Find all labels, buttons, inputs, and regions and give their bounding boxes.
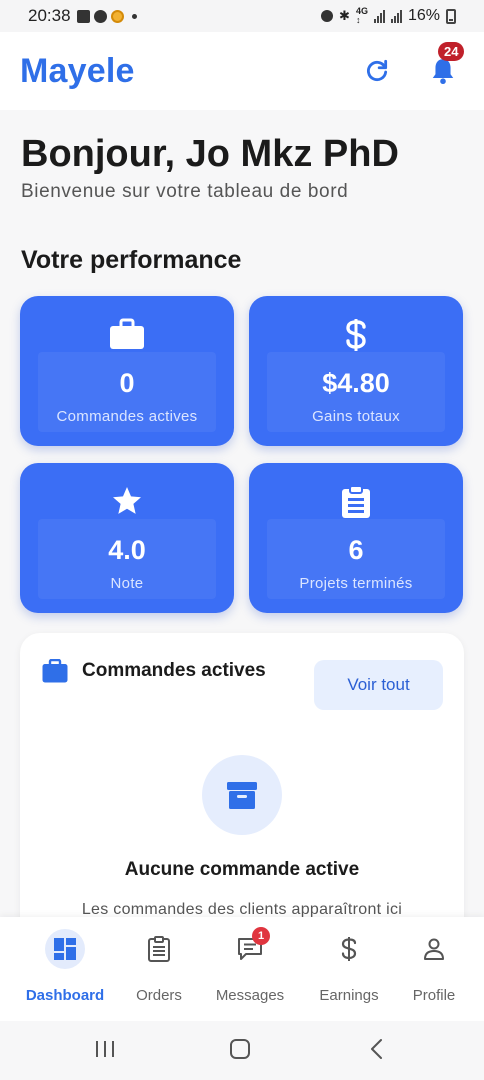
bottom-navigation: Dashboard Orders 1 Messages Earnings Pro…	[0, 917, 484, 1021]
archive-box-icon	[227, 782, 257, 809]
view-all-button[interactable]: Voir tout	[314, 660, 443, 710]
nav-item-dashboard[interactable]: Dashboard	[17, 929, 113, 1013]
notifications-button[interactable]: 24	[428, 42, 465, 86]
notification-badge: 24	[438, 42, 465, 61]
gallery-icon	[76, 9, 90, 23]
back-button[interactable]	[366, 1038, 388, 1065]
empty-state-title: Aucune commande active	[124, 859, 360, 880]
nav-item-orders[interactable]: Orders	[111, 929, 207, 1013]
more-notifications-icon	[131, 13, 137, 19]
dashboard-icon	[54, 938, 76, 960]
orders-icon	[148, 936, 170, 962]
stat-value: $4.80	[322, 368, 390, 398]
nav-label: Messages	[215, 987, 285, 1004]
recent-apps-button[interactable]	[94, 1038, 116, 1065]
dollar-icon	[341, 937, 357, 961]
messages-badge: 1	[252, 927, 270, 945]
stat-value: 6	[348, 535, 364, 565]
star-icon	[113, 487, 141, 514]
emoji-icon	[110, 9, 124, 23]
system-navigation-bar	[0, 1021, 484, 1080]
nav-label: Earnings	[319, 987, 379, 1004]
stat-label: Projets terminés	[299, 575, 413, 592]
stat-card-completed-projects[interactable]: 6 Projets terminés	[249, 463, 463, 613]
nav-item-earnings[interactable]: Earnings	[301, 929, 397, 1013]
stat-card-total-earnings[interactable]: $4.80 Gains totaux	[249, 296, 463, 446]
greeting-title: Bonjour, Jo Mkz PhD	[21, 133, 399, 175]
nav-label: Profile	[412, 987, 456, 1004]
signal-icon	[390, 9, 402, 23]
stat-value: 0	[119, 368, 135, 398]
nav-item-profile[interactable]: Profile	[386, 929, 482, 1013]
stat-value: 4.0	[108, 535, 146, 565]
nav-label: Dashboard	[25, 987, 105, 1004]
network-4g-icon: 4G ↕	[355, 6, 368, 25]
refresh-button[interactable]	[362, 56, 392, 86]
app-bar: Mayele 24	[0, 32, 484, 110]
bluetooth-icon: ✱	[339, 8, 350, 23]
bell-icon	[432, 59, 454, 85]
app-logo: Mayele	[20, 51, 135, 90]
active-orders-panel: Commandes actives Voir tout Aucune comma…	[20, 633, 464, 953]
status-time: 20:38	[28, 6, 71, 25]
stat-label: Gains totaux	[312, 408, 400, 425]
stat-card-rating[interactable]: 4.0 Note	[20, 463, 234, 613]
briefcase-icon	[110, 318, 144, 349]
profile-icon	[424, 938, 444, 960]
status-bar: 20:38 ✱ 4G ↕ 16%	[0, 0, 484, 32]
home-icon	[230, 1039, 250, 1059]
nav-label: Orders	[136, 987, 182, 1004]
briefcase-icon	[42, 659, 68, 683]
alarm-icon	[93, 9, 107, 23]
stat-label: Commandes actives	[56, 408, 198, 425]
alarm-icon	[321, 10, 334, 22]
recent-apps-icon	[96, 1041, 114, 1057]
stat-label: Note	[110, 575, 144, 592]
signal-icon	[373, 9, 385, 23]
home-button[interactable]	[229, 1038, 251, 1065]
performance-title: Votre performance	[21, 246, 242, 274]
clipboard-icon	[342, 485, 370, 518]
battery-percent: 16%	[407, 7, 440, 24]
empty-state-illustration	[202, 755, 282, 835]
active-orders-title: Commandes actives	[82, 660, 266, 681]
nav-item-messages[interactable]: 1 Messages	[202, 927, 298, 1013]
back-icon	[371, 1039, 382, 1059]
stat-card-active-orders[interactable]: 0 Commandes actives	[20, 296, 234, 446]
greeting-subtitle: Bienvenue sur votre tableau de bord	[21, 181, 349, 202]
dollar-icon	[346, 319, 366, 351]
battery-icon	[446, 8, 456, 24]
refresh-icon	[367, 59, 388, 82]
